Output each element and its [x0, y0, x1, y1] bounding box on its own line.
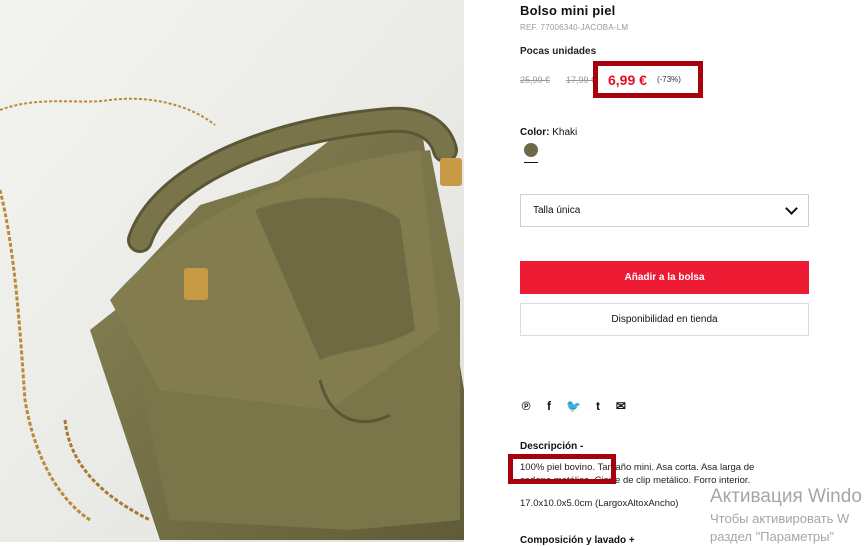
product-photo[interactable]	[0, 0, 464, 542]
store-availability-button[interactable]: Disponibilidad en tienda	[520, 303, 809, 336]
price-highlight-box: 6,99 € (-73%)	[593, 61, 703, 98]
share-icons: ℗ f 🐦 t ✉	[520, 399, 627, 413]
bag-image	[0, 0, 464, 542]
size-select-value: Talla única	[533, 205, 581, 216]
pinterest-icon[interactable]: ℗	[520, 399, 532, 413]
description-dimensions: 17.0x10.0x5.0cm (LargoxAltoxAncho)	[520, 498, 679, 509]
color-swatch-khaki[interactable]	[524, 143, 538, 157]
windows-activation-watermark: Активация Windo Чтобы активировать W раз…	[710, 486, 862, 544]
current-price: 6,99 €	[608, 71, 647, 88]
product-title: Bolso mini piel	[520, 3, 616, 18]
stock-notice: Pocas unidades	[520, 46, 597, 57]
discount-badge: (-73%)	[656, 75, 681, 84]
watermark-line-1: Активация Windo	[710, 486, 862, 507]
original-price-2: 17,99 €	[566, 75, 597, 85]
color-label: Color:	[520, 127, 550, 138]
twitter-icon[interactable]: 🐦	[566, 399, 581, 413]
swatch-selected-underline	[524, 162, 538, 163]
tumblr-icon[interactable]: t	[592, 399, 604, 413]
composition-heading[interactable]: Composición y lavado +	[520, 535, 635, 546]
description-heading[interactable]: Descripción -	[520, 441, 583, 452]
facebook-icon[interactable]: f	[543, 399, 555, 413]
original-price-1: 25,99 €	[520, 75, 551, 85]
email-icon[interactable]: ✉	[615, 399, 627, 413]
color-label-row: Color: Khaki	[520, 127, 577, 138]
color-value: Khaki	[552, 127, 578, 138]
size-select[interactable]: Talla única	[520, 194, 809, 227]
product-details-panel: Bolso mini piel REF. 77006340-JACOBA-LM …	[508, 0, 820, 546]
highlight-box-material	[508, 454, 616, 484]
chevron-down-icon	[785, 202, 798, 215]
add-to-bag-button[interactable]: Añadir a la bolsa	[520, 261, 809, 294]
product-reference: REF. 77006340-JACOBA-LM	[520, 23, 629, 32]
watermark-line-2: Чтобы активировать W	[710, 511, 850, 526]
